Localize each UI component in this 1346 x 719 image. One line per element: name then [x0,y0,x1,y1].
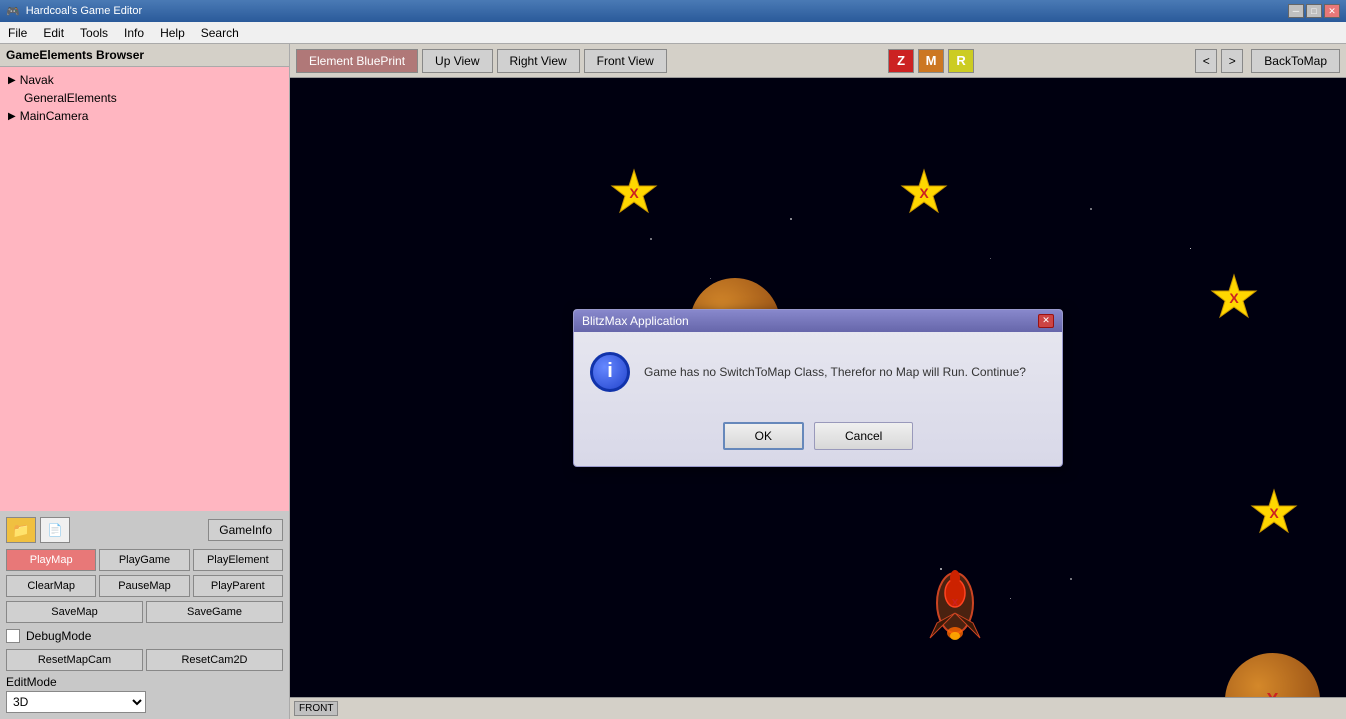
app-icon: 🎮 [6,5,20,18]
tree-arrow-navak: ▶ [8,75,16,86]
front-view-button[interactable]: Front View [584,49,667,73]
backtomap-button[interactable]: BackToMap [1251,49,1340,73]
tree-item-generalelements[interactable]: GeneralElements [4,89,285,107]
main-layout: GameElements Browser ▶ Navak GeneralElem… [0,44,1346,719]
playgame-button[interactable]: PlayGame [99,549,189,571]
nav-next-button[interactable]: > [1221,49,1243,73]
dialog-info-icon: i [590,352,630,392]
menu-bar: File Edit Tools Info Help Search [0,22,1346,44]
menu-tools[interactable]: Tools [72,24,116,42]
clearmap-button[interactable]: ClearMap [6,575,96,597]
r-button[interactable]: R [948,49,974,73]
close-button[interactable]: ✕ [1324,4,1340,18]
icon-row: 📁 📄 GameInfo [6,517,283,543]
sidebar: GameElements Browser ▶ Navak GeneralElem… [0,44,290,719]
savemap-button[interactable]: SaveMap [6,601,143,623]
menu-file[interactable]: File [0,24,35,42]
btn-row-2: ClearMap PauseMap PlayParent [6,575,283,597]
element-blueprint-button[interactable]: Element BluePrint [296,49,418,73]
tree-label-navak: Navak [20,73,54,87]
editmode-select[interactable]: 3D 2D [6,691,146,713]
menu-search[interactable]: Search [193,24,247,42]
dialog-cancel-button[interactable]: Cancel [814,422,913,450]
maximize-button[interactable]: □ [1306,4,1322,18]
btn-row-1: PlayMap PlayGame PlayElement [6,549,283,571]
up-view-button[interactable]: Up View [422,49,492,73]
tree-item-navak[interactable]: ▶ Navak [4,71,285,89]
savegame-button[interactable]: SaveGame [146,601,283,623]
tree-label-generalelements: GeneralElements [24,91,117,105]
debug-row: DebugMode [6,627,283,645]
sidebar-bottom: 📁 📄 GameInfo PlayMap PlayGame PlayElemen… [0,511,289,719]
dialog-body: i Game has no SwitchToMap Class, Therefo… [574,332,1062,412]
game-canvas: X X X X [290,78,1346,697]
tree-item-maincamera[interactable]: ▶ MainCamera [4,107,285,125]
gameinfo-button[interactable]: GameInfo [208,519,283,541]
debugmode-label: DebugMode [26,629,91,643]
editmode-row: EditMode 3D 2D [6,675,283,713]
tree-arrow-maincamera: ▶ [8,111,16,122]
menu-help[interactable]: Help [152,24,193,42]
front-badge: FRONT [294,701,338,716]
dialog-ok-button[interactable]: OK [723,422,804,450]
playmap-button[interactable]: PlayMap [6,549,96,571]
dialog-message: Game has no SwitchToMap Class, Therefor … [644,365,1026,379]
dialog-buttons: OK Cancel [574,412,1062,466]
debugmode-checkbox[interactable] [6,629,20,643]
nav-prev-button[interactable]: < [1195,49,1217,73]
content-area: Element BluePrint Up View Right View Fro… [290,44,1346,719]
dialog-title-bar: BlitzMax Application ✕ [574,310,1062,332]
m-button[interactable]: M [918,49,944,73]
dialog-title: BlitzMax Application [582,314,689,328]
right-view-button[interactable]: Right View [497,49,580,73]
z-button[interactable]: Z [888,49,914,73]
tree-area: ▶ Navak GeneralElements ▶ MainCamera [0,67,289,511]
menu-info[interactable]: Info [116,24,152,42]
bottom-strip: FRONT [290,697,1346,719]
title-bar-left: 🎮 Hardcoal's Game Editor [6,5,142,18]
tree-label-maincamera: MainCamera [20,109,89,123]
toolbar: Element BluePrint Up View Right View Fro… [290,44,1346,78]
dialog: BlitzMax Application ✕ i Game has no Swi… [573,309,1063,467]
resetcam2d-button[interactable]: ResetCam2D [146,649,283,671]
title-bar-controls: ─ □ ✕ [1288,4,1340,18]
sidebar-header: GameElements Browser [0,44,289,67]
editmode-label: EditMode [6,675,283,689]
doc-icon-button[interactable]: 📄 [40,517,70,543]
playparent-button[interactable]: PlayParent [193,575,283,597]
folder-icon-button[interactable]: 📁 [6,517,36,543]
dialog-close-button[interactable]: ✕ [1038,314,1054,328]
reset-row: ResetMapCam ResetCam2D [6,649,283,671]
dialog-overlay: BlitzMax Application ✕ i Game has no Swi… [290,78,1346,697]
menu-edit[interactable]: Edit [35,24,72,42]
resetmapcam-button[interactable]: ResetMapCam [6,649,143,671]
title-bar: 🎮 Hardcoal's Game Editor ─ □ ✕ [0,0,1346,22]
btn-row-3: SaveMap SaveGame [6,601,283,623]
pausemap-button[interactable]: PauseMap [99,575,189,597]
app-title: Hardcoal's Game Editor [26,5,142,17]
minimize-button[interactable]: ─ [1288,4,1304,18]
playelement-button[interactable]: PlayElement [193,549,283,571]
